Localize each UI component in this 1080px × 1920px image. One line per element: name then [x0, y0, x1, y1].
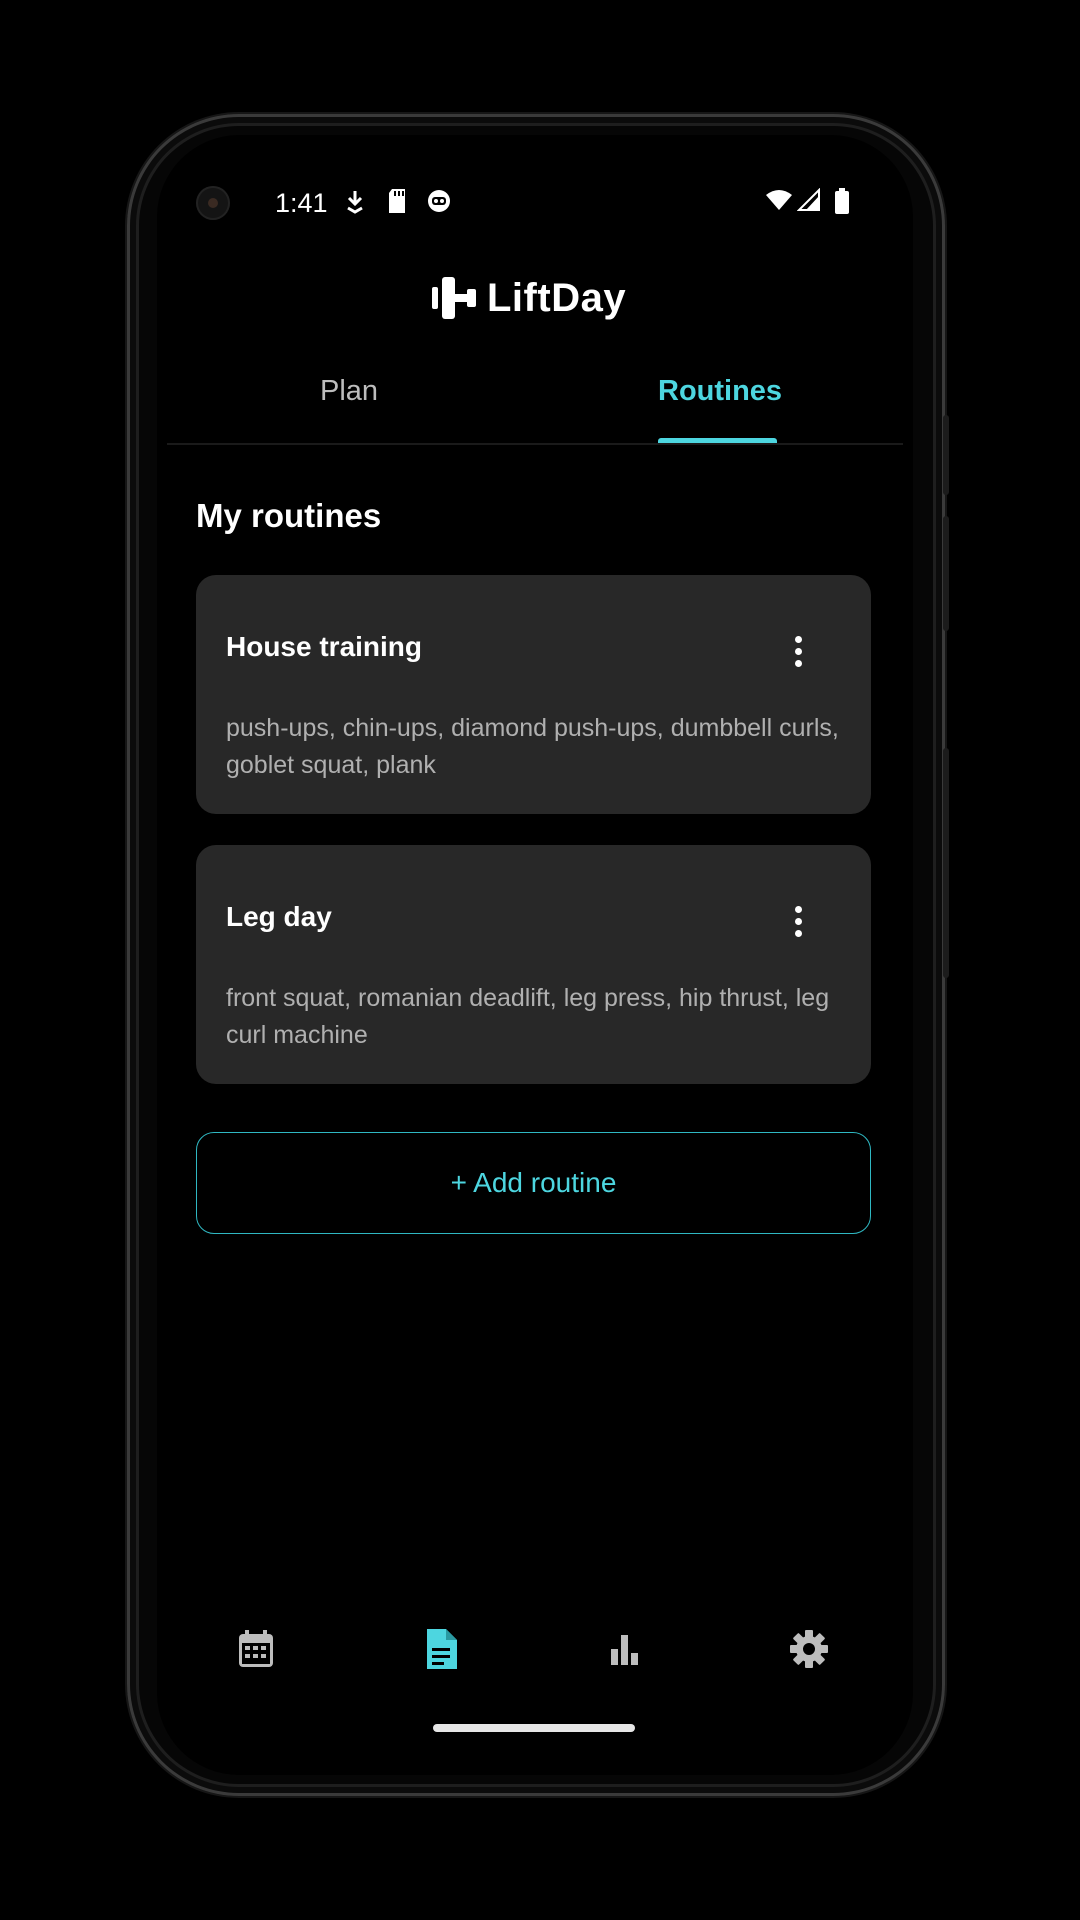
add-routine-button[interactable]: + Add routine: [196, 1132, 871, 1234]
nav-stats[interactable]: [603, 1627, 647, 1671]
tab-routines[interactable]: Routines: [658, 375, 782, 408]
camera-cutout: [196, 186, 230, 220]
app-logo: LiftDay: [431, 273, 626, 323]
nav-calendar[interactable]: [234, 1627, 278, 1671]
tab-plan[interactable]: Plan: [320, 375, 378, 408]
barbell-icon: [432, 277, 476, 319]
nav-settings[interactable]: [787, 1627, 831, 1671]
routine-title: Leg day: [226, 901, 332, 932]
routine-card[interactable]: House training push-ups, chin-ups, diamo…: [196, 575, 871, 814]
android-face-icon: [426, 188, 452, 219]
power-button: [943, 415, 949, 495]
more-vert-icon[interactable]: [783, 631, 813, 671]
more-vert-icon[interactable]: [783, 901, 813, 941]
routine-exercises: push-ups, chin-ups, diamond push-ups, du…: [226, 714, 839, 779]
battery-icon: [834, 188, 850, 219]
section-title: My routines: [196, 497, 382, 534]
app-title: LiftDay: [487, 275, 627, 320]
bottom-navigation: [157, 1605, 913, 1705]
home-indicator[interactable]: [433, 1724, 635, 1732]
status-time: 1:41: [275, 188, 328, 218]
app-screen: 1:41 LiftDay Plan Routines My routines H…: [157, 135, 913, 1775]
wifi-icon: [765, 188, 793, 217]
status-bar: 1:41: [157, 135, 913, 225]
calendar-icon: [239, 1630, 273, 1667]
routine-title: House training: [226, 631, 423, 662]
volume-button-lower: [943, 748, 949, 978]
routine-card[interactable]: Leg day front squat, romanian deadlift, …: [196, 845, 871, 1084]
bar-chart-icon: [611, 1635, 638, 1665]
nav-routines[interactable]: [419, 1627, 463, 1671]
gear-icon: [790, 1630, 828, 1668]
routine-exercises: front squat, romanian deadlift, leg pres…: [226, 984, 830, 1049]
tab-divider: [167, 443, 903, 445]
document-icon: [427, 1629, 457, 1669]
signal-icon: [796, 187, 821, 217]
sd-card-icon: [387, 188, 407, 219]
download-icon: [344, 188, 366, 219]
volume-button: [943, 516, 949, 631]
